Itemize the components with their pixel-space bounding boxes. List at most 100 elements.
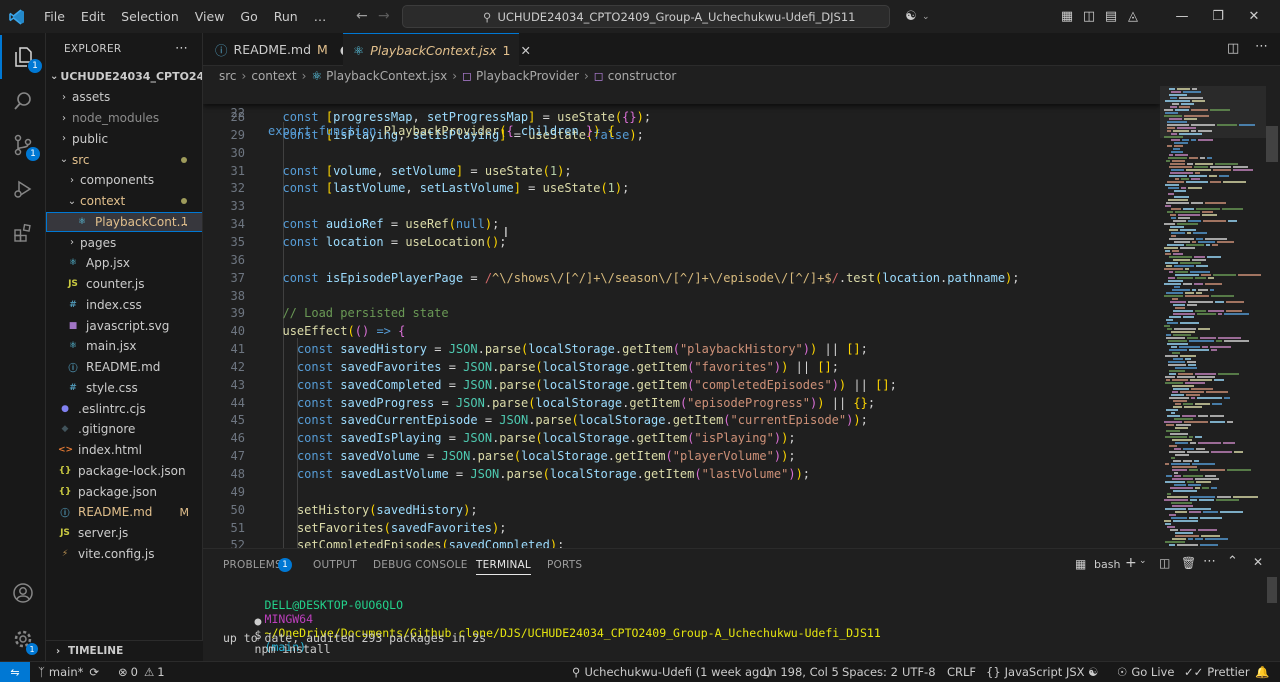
tree-folder[interactable]: › pages [46, 232, 202, 253]
tree-file[interactable]: <> index.html [46, 440, 202, 461]
account-icon[interactable] [0, 571, 46, 615]
menu-go[interactable]: Go [232, 0, 265, 33]
tab-terminal[interactable]: TERMINAL [476, 559, 531, 575]
breadcrumb-src[interactable]: src [219, 69, 237, 83]
code-line[interactable]: 48 const savedLastVolume = JSON.parse(lo… [203, 465, 1160, 483]
maximize-panel-icon[interactable]: ⌃ [1227, 554, 1238, 569]
tree-file[interactable]: # style.css [46, 378, 202, 399]
code-line[interactable]: 41 const savedHistory = JSON.parse(local… [203, 340, 1160, 358]
code-line[interactable]: 50 setHistory(savedHistory); [203, 501, 1160, 519]
timeline-section[interactable]: › TIMELINE [46, 640, 203, 661]
tree-folder[interactable]: ⌄ context [46, 191, 202, 212]
minimize-icon[interactable]: — [1164, 6, 1200, 28]
menu-selection[interactable]: Selection [113, 0, 187, 33]
tree-file[interactable]: ⚛ main.jsx [46, 336, 202, 357]
breadcrumb-function[interactable]: PlaybackProvider [476, 69, 579, 83]
tree-file[interactable]: ⚛ App.jsx [46, 253, 202, 274]
notifications-bell-icon[interactable]: 🔔 [1255, 662, 1269, 682]
menu-view[interactable]: View [187, 0, 233, 33]
back-arrow-icon[interactable]: ← [356, 8, 368, 24]
toggle-panel-icon[interactable]: ▤ [1100, 6, 1122, 28]
new-terminal-icon[interactable]: + [1125, 555, 1137, 571]
run-debug-icon[interactable] [0, 167, 46, 211]
restore-icon[interactable]: ❐ [1200, 6, 1236, 28]
tree-file[interactable]: ■ javascript.svg [46, 315, 202, 336]
code-line[interactable]: 45 const savedCurrentEpisode = JSON.pars… [203, 411, 1160, 429]
search-view-icon[interactable] [0, 79, 46, 123]
tree-folder[interactable]: › node_modules [46, 108, 202, 129]
prettier-status[interactable]: ✓✓ Prettier [1184, 662, 1250, 682]
code-line[interactable]: 37 const isEpisodePlayerPage = /^\/shows… [203, 269, 1160, 287]
command-center-search[interactable]: ⚲ UCHUDE24034_CPTO2409_Group-A_Uchechukw… [402, 5, 890, 28]
breadcrumb-context[interactable]: context [251, 69, 296, 83]
extensions-icon[interactable] [0, 211, 46, 255]
tree-folder[interactable]: ⌄ src [46, 149, 202, 170]
menu-file[interactable]: File [36, 0, 73, 33]
encoding[interactable]: UTF-8 [902, 662, 936, 682]
code-line[interactable]: 43 const savedCompleted = JSON.parse(loc… [203, 376, 1160, 394]
forward-arrow-icon[interactable]: → [378, 8, 390, 24]
tab-readme[interactable]: ⓘ README.md M ● [203, 33, 351, 66]
tree-file[interactable]: JS counter.js [46, 274, 202, 295]
explorer-icon[interactable]: 1 [0, 35, 46, 79]
terminal-scrollbar[interactable] [1267, 577, 1277, 603]
tab-ports[interactable]: PORTS [547, 559, 582, 571]
sticky-scroll-line[interactable]: 22 export function PlaybackProvider({ ch… [203, 86, 1160, 138]
tree-file[interactable]: ⓘ README.md [46, 357, 202, 378]
copilot-status-icon[interactable]: ☯ [1088, 662, 1098, 682]
code-editor[interactable]: 28 const [progressMap, setProgressMap] =… [203, 86, 1160, 548]
code-line[interactable]: 40 useEffect(() => { [203, 322, 1160, 340]
manage-gear-icon[interactable]: 1 [0, 617, 46, 661]
breadcrumb-symbol[interactable]: constructor [608, 69, 677, 83]
explorer-more-icon[interactable]: ⋯ [175, 41, 188, 56]
end-of-line[interactable]: CRLF [947, 662, 976, 682]
copilot-chevron-icon[interactable]: ⌄ [922, 12, 930, 22]
problems-indicator[interactable]: ⊗ 0 ⚠ 1 [118, 662, 165, 682]
branch-indicator[interactable]: ᛉ main* ⟳ [38, 662, 99, 682]
editor-scrollbar[interactable] [1266, 126, 1278, 162]
code-line[interactable]: 38 [203, 287, 1160, 305]
shell-label[interactable]: bash [1094, 558, 1120, 571]
code-line[interactable]: 30 [203, 144, 1160, 162]
split-terminal-icon[interactable]: ◫ [1159, 556, 1170, 570]
toggle-secondary-sidebar-icon[interactable]: ◬ [1122, 6, 1144, 28]
tab-problems[interactable]: PROBLEMS [223, 559, 282, 571]
toggle-primary-sidebar-icon[interactable]: ◫ [1078, 6, 1100, 28]
layout-customize-icon[interactable]: ▦ [1056, 6, 1078, 28]
tree-file[interactable]: ◆ .gitignore [46, 419, 202, 440]
git-blame[interactable]: ⚲ Uchechukwu-Udefi (1 week ago) [572, 662, 771, 682]
tab-debug-console[interactable]: DEBUG CONSOLE [373, 559, 468, 571]
tab-output[interactable]: OUTPUT [313, 559, 357, 571]
tree-file[interactable]: ⚛ PlaybackCont... 1 [46, 211, 202, 233]
tree-folder[interactable]: › assets [46, 87, 202, 108]
close-tab-icon[interactable]: ✕ [521, 43, 531, 58]
panel-more-icon[interactable]: ⋯ [1203, 554, 1216, 569]
code-line[interactable]: 52 setCompletedEpisodes(savedCompleted); [203, 536, 1160, 548]
breadcrumb-file[interactable]: PlaybackContext.jsx [326, 69, 447, 83]
code-line[interactable]: 44 const savedProgress = JSON.parse(loca… [203, 394, 1160, 412]
code-line[interactable]: 42 const savedFavorites = JSON.parse(loc… [203, 358, 1160, 376]
menu-edit[interactable]: Edit [73, 0, 113, 33]
tree-file[interactable]: ● .eslintrc.cjs [46, 398, 202, 419]
close-panel-icon[interactable]: ✕ [1253, 555, 1263, 569]
tree-file[interactable]: JS server.js [46, 523, 202, 544]
remote-indicator-icon[interactable]: ⇋ [0, 662, 30, 682]
tree-file[interactable]: ⓘ README.md M [46, 502, 202, 523]
tree-folder[interactable]: › public [46, 129, 202, 150]
tree-file[interactable]: {} package-lock.json [46, 461, 202, 482]
code-line[interactable]: 36 [203, 251, 1160, 269]
tree-file[interactable]: {} package.json [46, 481, 202, 502]
tree-folder[interactable]: › components [46, 170, 202, 191]
go-live-button[interactable]: ☉ Go Live [1117, 662, 1174, 682]
menu-run[interactable]: Run [266, 0, 306, 33]
code-line[interactable]: 46 const savedIsPlaying = JSON.parse(loc… [203, 429, 1160, 447]
tree-file[interactable]: # index.css [46, 295, 202, 316]
code-line[interactable]: 39 // Load persisted state [203, 304, 1160, 322]
source-control-icon[interactable]: 1 [0, 123, 46, 167]
code-line[interactable]: 32 const [lastVolume, setLastVolume] = u… [203, 179, 1160, 197]
indentation[interactable]: Spaces: 2 [842, 662, 898, 682]
menu-more[interactable]: … [306, 0, 335, 33]
language-mode[interactable]: {} JavaScript JSX [986, 662, 1085, 682]
workspace-root[interactable]: ⌄ UCHUDE24034_CPTO2409... [46, 66, 202, 87]
tree-file[interactable]: ⚡ vite.config.js [46, 544, 202, 565]
